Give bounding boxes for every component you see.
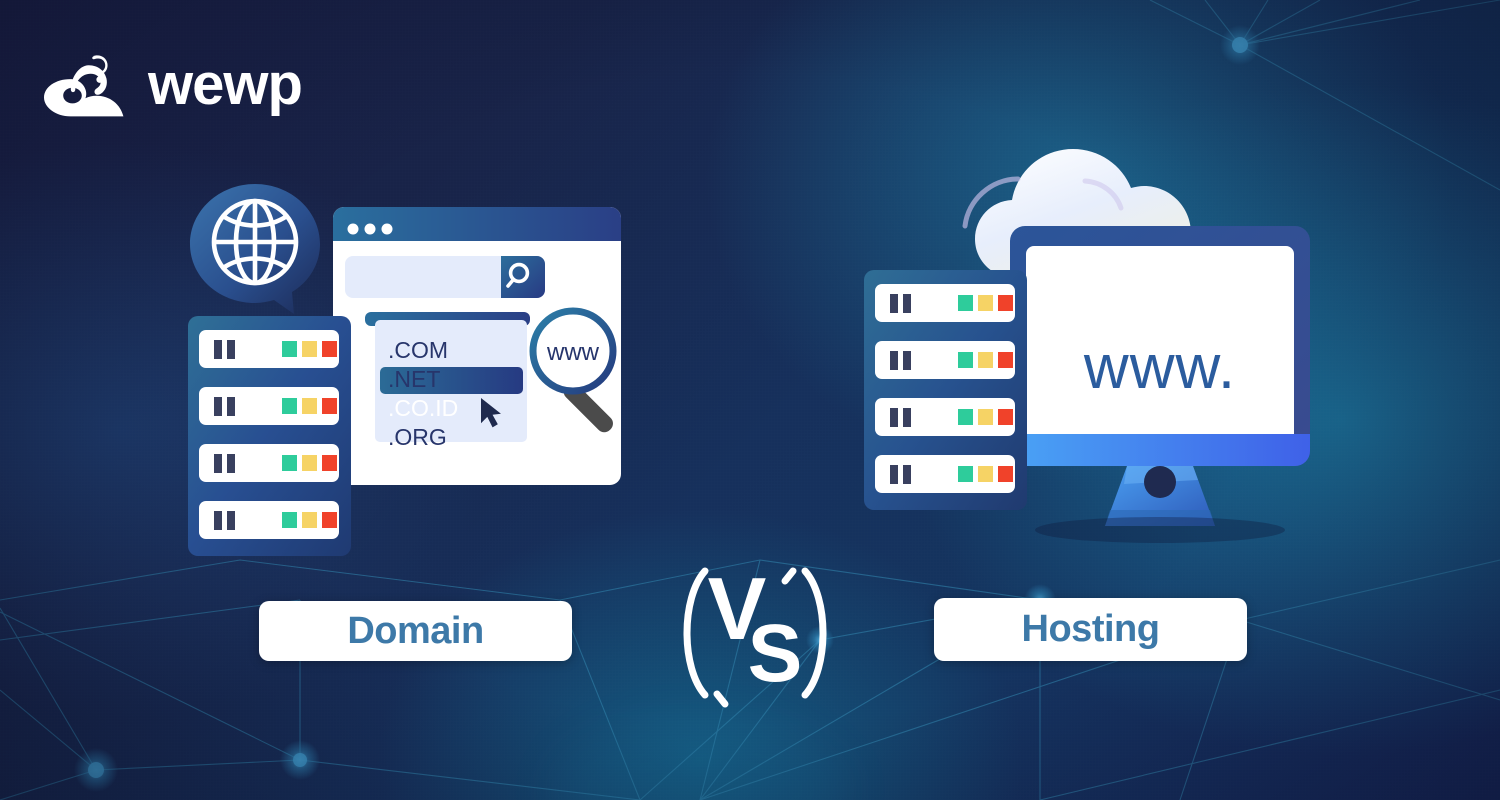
hosting-label-pill[interactable]: Hosting bbox=[934, 598, 1247, 661]
hosting-server-rack bbox=[864, 270, 1027, 510]
brand-name: wewp bbox=[148, 52, 303, 117]
brand-logo[interactable]: wewp bbox=[42, 52, 303, 118]
vs-badge: V S bbox=[683, 559, 827, 708]
domain-label-pill[interactable]: Domain bbox=[259, 601, 572, 661]
magnifier-label: www bbox=[546, 339, 600, 366]
elephant-logo-icon bbox=[44, 55, 124, 117]
poster-canvas: wewp .COM .NET .CO.ID .ORG www www. Doma… bbox=[0, 0, 1500, 800]
monitor: www. bbox=[1010, 226, 1310, 543]
hosting-label-text: Hosting bbox=[1021, 608, 1160, 650]
hosting-illustration: www. bbox=[864, 149, 1310, 543]
search-field bbox=[345, 256, 545, 298]
window-dots bbox=[347, 223, 393, 235]
monitor-screen-text: www. bbox=[1083, 333, 1236, 402]
domain-label-text: Domain bbox=[347, 609, 484, 652]
globe-speech-bubble-icon bbox=[190, 184, 320, 314]
tld-com[interactable]: .COM bbox=[388, 337, 448, 363]
vs-letter-s: S bbox=[748, 608, 803, 699]
domain-illustration: .COM .NET .CO.ID .ORG www bbox=[188, 184, 621, 556]
tld-net[interactable]: .NET bbox=[388, 366, 440, 392]
tld-coid[interactable]: .CO.ID bbox=[388, 395, 458, 421]
tld-dropdown: .COM .NET .CO.ID .ORG bbox=[365, 312, 530, 450]
tld-org[interactable]: .ORG bbox=[388, 424, 447, 450]
domain-server-rack bbox=[188, 316, 351, 556]
